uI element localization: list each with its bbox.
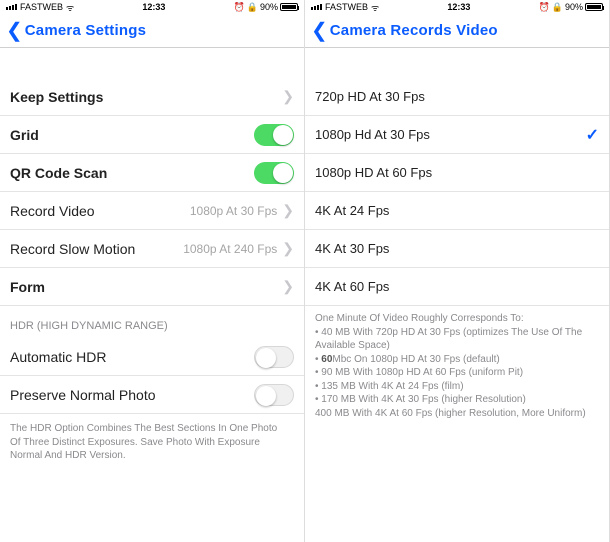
- chevron-right-icon: ❯: [282, 88, 294, 105]
- signal-icon: [6, 4, 17, 10]
- footer-line: The HDR Option Combines The Best Section…: [10, 422, 294, 436]
- info-line: • 135 MB With 4K At 24 Fps (film): [315, 380, 599, 394]
- option-4k-30[interactable]: 4K At 30 Fps: [305, 230, 609, 268]
- nav-header[interactable]: ❮ Camera Settings: [0, 14, 304, 48]
- option-1080p-30[interactable]: 1080p Hd At 30 Fps ✓: [305, 116, 609, 154]
- status-bar: FASTWEB ᯤ 12:33 ⏰ 🔒 90%: [305, 0, 609, 14]
- row-record-video[interactable]: Record Video 1080p At 30 Fps ❯: [0, 192, 304, 230]
- alarm-icon: ⏰: [234, 2, 245, 13]
- page-title: Camera Records Video: [330, 22, 498, 39]
- row-qr-scan[interactable]: QR Code Scan: [0, 154, 304, 192]
- option-4k-60[interactable]: 4K At 60 Fps: [305, 268, 609, 306]
- row-label: Record Slow Motion: [10, 241, 183, 257]
- clock: 12:33: [379, 2, 538, 12]
- video-options-list: 720p HD At 30 Fps 1080p Hd At 30 Fps ✓ 1…: [305, 78, 609, 306]
- carrier-label: FASTWEB: [325, 2, 368, 12]
- row-value: 1080p At 240 Fps: [183, 242, 277, 256]
- clock: 12:33: [74, 2, 233, 12]
- wifi-icon: ᯤ: [371, 1, 379, 14]
- toggle-auto-hdr[interactable]: [254, 346, 294, 368]
- row-label: Preserve Normal Photo: [10, 387, 254, 403]
- battery-icon: [585, 3, 603, 11]
- hdr-footer: The HDR Option Combines The Best Section…: [0, 414, 304, 471]
- row-label: Automatic HDR: [10, 349, 254, 365]
- video-size-info: One Minute Of Video Roughly Corresponds …: [305, 306, 609, 426]
- row-label: QR Code Scan: [10, 165, 254, 181]
- nav-header[interactable]: ❮ Camera Records Video: [305, 14, 609, 48]
- option-label: 4K At 30 Fps: [315, 241, 599, 256]
- hdr-list: Automatic HDR Preserve Normal Photo: [0, 338, 304, 414]
- toggle-grid[interactable]: [254, 124, 294, 146]
- left-pane: FASTWEB ᯤ 12:33 ⏰ 🔒 90% ❮ Camera Setting…: [0, 0, 305, 542]
- option-720p-30[interactable]: 720p HD At 30 Fps: [305, 78, 609, 116]
- chevron-right-icon: ❯: [282, 240, 294, 257]
- page-title: Camera Settings: [25, 22, 146, 39]
- row-keep-settings[interactable]: Keep Settings ❯: [0, 78, 304, 116]
- toggle-preserve[interactable]: [254, 384, 294, 406]
- lock-icon: 🔒: [552, 2, 563, 13]
- section-header-hdr: HDR (HIGH DYNAMIC RANGE): [0, 306, 304, 338]
- info-line: • 40 MB With 720p HD At 30 Fps (optimize…: [315, 326, 599, 353]
- section-gap: [305, 48, 609, 78]
- footer-line: Of Three Distinct Exposures. Save Photo …: [10, 436, 294, 450]
- alarm-icon: ⏰: [539, 2, 550, 13]
- settings-list: Keep Settings ❯ Grid QR Code Scan Record…: [0, 78, 304, 306]
- battery-percent: 90%: [260, 2, 278, 12]
- right-pane: FASTWEB ᯤ 12:33 ⏰ 🔒 90% ❮ Camera Records…: [305, 0, 610, 542]
- row-label: Grid: [10, 127, 254, 143]
- row-record-slow-motion[interactable]: Record Slow Motion 1080p At 240 Fps ❯: [0, 230, 304, 268]
- battery-icon: [280, 3, 298, 11]
- battery-percent: 90%: [565, 2, 583, 12]
- info-line: 400 MB With 4K At 60 Fps (higher Resolut…: [315, 407, 599, 421]
- status-bar: FASTWEB ᯤ 12:33 ⏰ 🔒 90%: [0, 0, 304, 14]
- lock-icon: 🔒: [247, 2, 258, 13]
- chevron-right-icon: ❯: [282, 278, 294, 295]
- row-auto-hdr[interactable]: Automatic HDR: [0, 338, 304, 376]
- chevron-right-icon: ❯: [282, 202, 294, 219]
- back-icon[interactable]: ❮: [311, 18, 328, 43]
- row-label: Form: [10, 279, 282, 295]
- option-label: 720p HD At 30 Fps: [315, 89, 599, 104]
- section-gap: [0, 48, 304, 78]
- info-line: • 90 MB With 1080p HD At 60 Fps (uniform…: [315, 366, 599, 380]
- footer-line: Normal And HDR Version.: [10, 449, 294, 463]
- row-value: 1080p At 30 Fps: [190, 204, 277, 218]
- back-icon[interactable]: ❮: [6, 18, 23, 43]
- row-form[interactable]: Form ❯: [0, 268, 304, 306]
- option-label: 4K At 24 Fps: [315, 203, 599, 218]
- wifi-icon: ᯤ: [66, 1, 74, 14]
- option-4k-24[interactable]: 4K At 24 Fps: [305, 192, 609, 230]
- row-grid[interactable]: Grid: [0, 116, 304, 154]
- info-line: One Minute Of Video Roughly Corresponds …: [315, 312, 599, 326]
- carrier-label: FASTWEB: [20, 2, 63, 12]
- option-label: 1080p HD At 60 Fps: [315, 165, 599, 180]
- row-label: Keep Settings: [10, 89, 282, 105]
- info-line: • 170 MB With 4K At 30 Fps (higher Resol…: [315, 393, 599, 407]
- toggle-qr[interactable]: [254, 162, 294, 184]
- info-line: • 60Mbc On 1080p HD At 30 Fps (default): [315, 353, 599, 367]
- row-label: Record Video: [10, 203, 190, 219]
- option-label: 1080p Hd At 30 Fps: [315, 127, 586, 142]
- row-preserve-photo[interactable]: Preserve Normal Photo: [0, 376, 304, 414]
- signal-icon: [311, 4, 322, 10]
- option-label: 4K At 60 Fps: [315, 279, 599, 294]
- option-1080p-60[interactable]: 1080p HD At 60 Fps: [305, 154, 609, 192]
- check-icon: ✓: [586, 125, 599, 145]
